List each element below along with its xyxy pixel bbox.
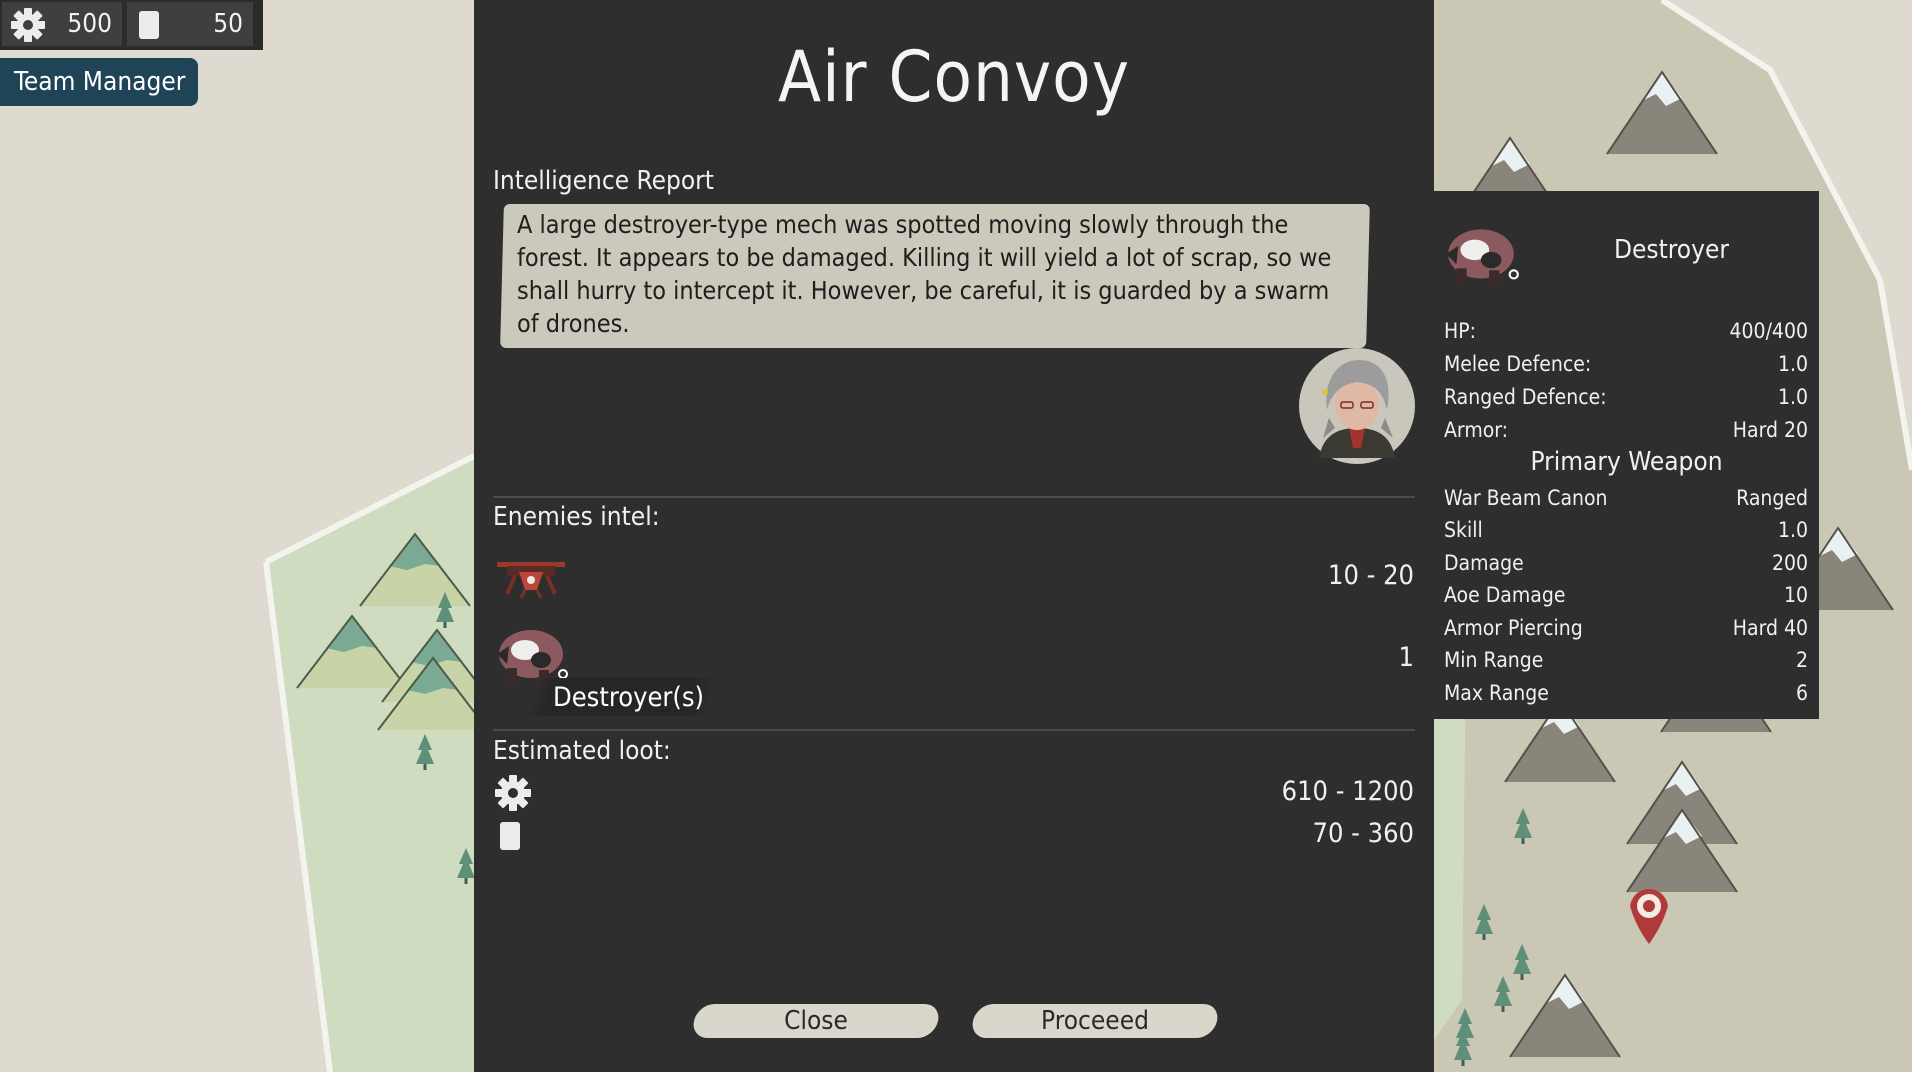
drone-icon [497, 562, 565, 599]
weapon-value: 2 [1795, 648, 1808, 672]
weapon-row-armor-piercing: Armor Piercing Hard 40 [1444, 616, 1808, 646]
stat-row-armor: Armor: Hard 20 [1444, 418, 1808, 448]
scrap-amount: 50 [213, 9, 243, 39]
stat-label: Armor: [1444, 418, 1509, 442]
weapon-row-damage: Damage 200 [1444, 551, 1808, 581]
scrap-resource: 50 [127, 2, 253, 46]
weapon-label: War Beam Canon [1444, 486, 1608, 510]
stat-label: Ranged Defence: [1444, 385, 1607, 409]
weapon-label: Min Range [1444, 648, 1544, 672]
gear-loot-range: 610 - 1200 [1281, 776, 1414, 807]
scrap-card-icon [139, 11, 159, 39]
divider [493, 496, 1415, 498]
report-label: Intelligence Report [493, 166, 714, 196]
weapon-label: Skill [1444, 518, 1483, 542]
advisor-portrait [1299, 348, 1415, 464]
scrap-loot-range: 70 - 360 [1312, 818, 1414, 849]
weapon-label: Armor Piercing [1444, 616, 1583, 640]
stat-value: Hard 20 [1732, 418, 1808, 442]
gear-amount: 500 [67, 9, 112, 39]
resource-bar: 500 50 [0, 0, 263, 50]
mission-dialog: Air Convoy Intelligence Report A large d… [474, 0, 1434, 1072]
team-manager-button[interactable]: Team Manager [0, 58, 198, 106]
enemies-label: Enemies intel: [493, 502, 660, 532]
primary-weapon-title: Primary Weapon [1530, 447, 1723, 477]
close-button[interactable]: Close [694, 1004, 938, 1038]
weapon-row-skill: Skill 1.0 [1444, 518, 1808, 548]
weapon-value: 6 [1795, 681, 1808, 705]
enemy-name: Destroyer(s) [553, 682, 704, 713]
divider [493, 729, 1415, 731]
weapon-label: Max Range [1444, 681, 1549, 705]
drone-count: 10 - 20 [1328, 560, 1414, 591]
loot-label: Estimated loot: [493, 736, 671, 766]
weapon-value: 200 [1771, 551, 1808, 575]
weapon-label: Damage [1444, 551, 1524, 575]
proceed-button[interactable]: Proceeed [973, 1004, 1217, 1038]
stat-label: HP: [1444, 319, 1476, 343]
stat-value: 1.0 [1777, 385, 1808, 409]
stat-label: Melee Defence: [1444, 352, 1592, 376]
stat-row-melee-defence: Melee Defence: 1.0 [1444, 352, 1808, 382]
weapon-row-min-range: Min Range 2 [1444, 648, 1808, 678]
stat-row-ranged-defence: Ranged Defence: 1.0 [1444, 385, 1808, 415]
stat-row-hp: HP: 400/400 [1444, 319, 1808, 349]
stat-value: 400/400 [1729, 319, 1808, 343]
weapon-value: 10 [1783, 583, 1808, 607]
weapon-label: Aoe Damage [1444, 583, 1566, 607]
weapon-value: Ranged [1736, 486, 1808, 510]
gear-icon [11, 8, 45, 42]
scrap-card-icon [500, 822, 520, 850]
mission-title: Air Convoy [778, 36, 1130, 118]
gear-icon [495, 775, 531, 811]
gear-resource: 500 [2, 2, 122, 46]
weapon-value: 1.0 [1777, 518, 1808, 542]
enemy-info-panel: Destroyer HP: 400/400 Melee Defence: 1.0… [1434, 191, 1819, 719]
weapon-row-aoe-damage: Aoe Damage 10 [1444, 583, 1808, 613]
weapon-value: Hard 40 [1732, 616, 1808, 640]
destroyer-count: 1 [1398, 642, 1414, 673]
enemy-type-name: Destroyer [1614, 235, 1729, 265]
weapon-row-name: War Beam Canon Ranged [1444, 486, 1808, 516]
report-text: A large destroyer-type mech was spotted … [517, 210, 1332, 338]
stat-value: 1.0 [1777, 352, 1808, 376]
weapon-row-max-range: Max Range 6 [1444, 681, 1808, 711]
destroyer-mech-icon [1446, 229, 1519, 287]
